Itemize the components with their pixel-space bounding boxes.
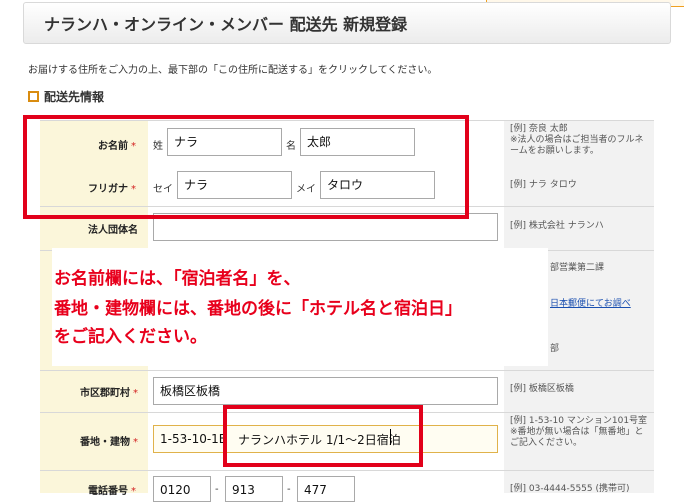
address-highlight-box [223, 405, 423, 467]
address-value-prefix: 1-53-10-1E [160, 432, 227, 446]
phone-part1-input[interactable]: 0120 [153, 476, 211, 502]
kana-example: [例] ナラ タロウ [510, 180, 577, 190]
phone-part2-input[interactable]: 913 [225, 476, 283, 502]
phone-label: 電話番号 * [88, 486, 136, 497]
notice-line-1: お名前欄には、「宿泊者名」を、 [54, 269, 301, 289]
page-title: ナランハ・オンライン・メンバー 配送先 新規登録 [44, 15, 408, 34]
notice-overlay: お名前欄には、「宿泊者名」を、 番地・建物欄には、番地の後に「ホテル名と宿泊日」… [52, 248, 548, 366]
name-example: [例] 奈良 太郎 ※法人の場合はご担当者のフルネームをお願いします。 [510, 124, 644, 156]
city-label: 市区郡町村 * [80, 388, 138, 399]
name-highlight-box [23, 115, 469, 219]
notice-line-2: 番地・建物欄には、番地の後に「ホテル名と宿泊日」 [54, 299, 462, 319]
phone-example: [例] 03-4444-5555 (携帯可) [510, 484, 630, 494]
company-example: [例] 株式会社 ナランハ [510, 221, 604, 231]
instruction-text: お届けする住所をご入力の上、最下部の「この住所に配送する」をクリックしてください… [28, 65, 438, 76]
dept-example: 部営業第二課 [550, 263, 605, 273]
city-input[interactable]: 板橋区板橋 [153, 377, 498, 405]
address-label: 番地・建物 * [80, 437, 138, 448]
phone-part3-input[interactable]: 477 [297, 476, 355, 502]
phone-separator-2: - [287, 484, 291, 495]
notice-line-3: をご記入ください。 [54, 327, 207, 347]
pref-example: 部 [550, 344, 560, 354]
required-mark: * [133, 388, 138, 399]
company-label: 法人団体名 [88, 225, 138, 236]
city-example: [例] 板橋区板橋 [510, 384, 574, 394]
section-bullet-icon [28, 91, 39, 102]
address-example: [例] 1-53-10 マンション101号室 ※番地が無い場合は「無番地」とご記… [510, 416, 648, 448]
section-title: 配送先情報 [44, 90, 105, 104]
postal-lookup-link[interactable]: 日本郵便にてお調べ [550, 296, 631, 309]
required-mark: * [133, 437, 138, 448]
phone-separator-1: - [215, 484, 219, 495]
